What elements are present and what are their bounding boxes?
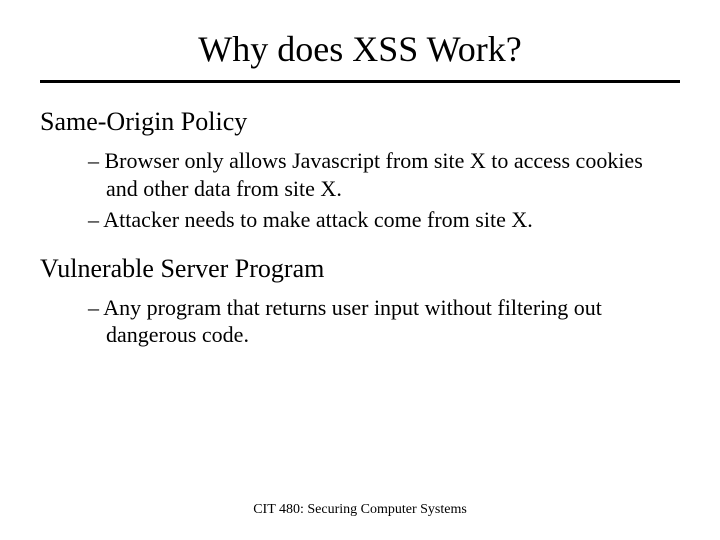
list-item: – Any program that returns user input wi… bbox=[88, 294, 680, 349]
bullet-text: Browser only allows Javascript from site… bbox=[105, 148, 643, 201]
dash-icon: – bbox=[88, 295, 103, 320]
title-underline bbox=[40, 80, 680, 83]
section-heading-2: Vulnerable Server Program bbox=[40, 254, 680, 284]
bullet-text: Any program that returns user input with… bbox=[103, 295, 602, 348]
bullet-list-1: – Browser only allows Javascript from si… bbox=[88, 147, 680, 234]
slide-title: Why does XSS Work? bbox=[40, 28, 680, 70]
section-heading-1: Same-Origin Policy bbox=[40, 107, 680, 137]
dash-icon: – bbox=[88, 207, 103, 232]
bullet-text: Attacker needs to make attack come from … bbox=[103, 207, 532, 232]
slide-footer: CIT 480: Securing Computer Systems bbox=[0, 502, 720, 518]
list-item: – Attacker needs to make attack come fro… bbox=[88, 206, 680, 234]
bullet-list-2: – Any program that returns user input wi… bbox=[88, 294, 680, 349]
list-item: – Browser only allows Javascript from si… bbox=[88, 147, 680, 202]
dash-icon: – bbox=[88, 148, 105, 173]
